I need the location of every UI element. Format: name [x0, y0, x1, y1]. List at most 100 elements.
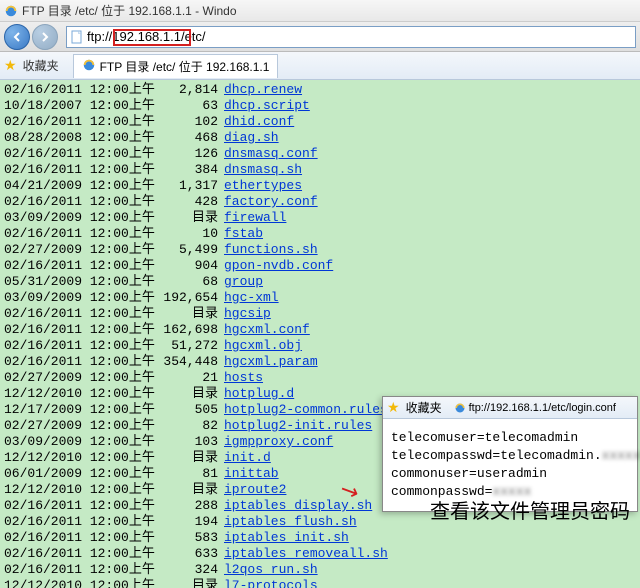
file-link[interactable]: iptables_init.sh — [224, 530, 349, 545]
nav-toolbar — [0, 22, 640, 52]
listing-row: 12/12/2010 12:00上午目录 l7-protocols — [4, 578, 636, 588]
file-size: 162,698 — [154, 322, 218, 338]
file-link[interactable]: hgcxml.param — [224, 354, 318, 369]
dir-label: 目录 — [154, 450, 218, 466]
dir-label: 目录 — [154, 210, 218, 226]
file-link[interactable]: iproute2 — [224, 482, 286, 497]
file-link[interactable]: hgcsip — [224, 306, 271, 321]
file-link[interactable]: dnsmasq.sh — [224, 162, 302, 177]
listing-row: 05/31/2009 12:00上午68group — [4, 274, 636, 290]
file-date: 02/16/2011 12:00上午 — [4, 498, 154, 514]
file-date: 06/01/2009 12:00上午 — [4, 466, 154, 482]
file-link[interactable]: hgc-xml — [224, 290, 279, 305]
file-link[interactable]: ethertypes — [224, 178, 302, 193]
file-link[interactable]: dhid.conf — [224, 114, 294, 129]
file-link[interactable]: factory.conf — [224, 194, 318, 209]
file-date: 02/27/2009 12:00上午 — [4, 242, 154, 258]
favorites-label: 收藏夹 — [23, 57, 59, 74]
file-date: 02/16/2011 12:00上午 — [4, 514, 154, 530]
url-input[interactable] — [87, 29, 635, 44]
listing-row: 02/16/2011 12:00上午10fstab — [4, 226, 636, 242]
file-date: 10/18/2007 12:00上午 — [4, 98, 154, 114]
listing-row: 02/16/2011 12:00上午126dnsmasq.conf — [4, 146, 636, 162]
file-date: 12/12/2010 12:00上午 — [4, 578, 154, 588]
file-size: 192,654 — [154, 290, 218, 306]
file-link[interactable]: hgcxml.obj — [224, 338, 302, 353]
config-line: commonuser=useradmin — [391, 465, 629, 483]
favorites-star-icon[interactable]: ★ — [4, 57, 17, 74]
file-link[interactable]: dhcp.renew — [224, 82, 302, 97]
dir-label: 目录 — [154, 306, 218, 322]
window-titlebar: FTP 目录 /etc/ 位于 192.168.1.1 - Windo — [0, 0, 640, 22]
file-link[interactable]: hgcxml.conf — [224, 322, 310, 337]
annotation-text: 查看该文件管理员密码 — [430, 495, 630, 524]
file-link[interactable]: l7-protocols — [224, 578, 318, 588]
file-date: 02/16/2011 12:00上午 — [4, 322, 154, 338]
listing-row: 02/16/2011 12:00上午51,272hgcxml.obj — [4, 338, 636, 354]
listing-row: 02/16/2011 12:00上午354,448hgcxml.param — [4, 354, 636, 370]
file-size: 194 — [154, 514, 218, 530]
file-size: 288 — [154, 498, 218, 514]
file-date: 02/27/2009 12:00上午 — [4, 418, 154, 434]
file-date: 02/16/2011 12:00上午 — [4, 258, 154, 274]
file-link[interactable]: gpon-nvdb.conf — [224, 258, 333, 273]
tab-label: FTP 目录 /etc/ 位于 192.168.1.1 — [100, 58, 270, 75]
file-date: 02/16/2011 12:00上午 — [4, 306, 154, 322]
file-date: 03/09/2009 12:00上午 — [4, 434, 154, 450]
file-date: 12/17/2009 12:00上午 — [4, 402, 154, 418]
dir-label: 目录 — [154, 386, 218, 402]
forward-button[interactable] — [32, 24, 58, 50]
file-link[interactable]: iptables_removeall.sh — [224, 546, 388, 561]
file-link[interactable]: diag.sh — [224, 130, 279, 145]
file-link[interactable]: firewall — [224, 210, 286, 225]
file-link[interactable]: inittab — [224, 466, 279, 481]
favorites-star-icon[interactable]: ★ — [387, 399, 400, 416]
file-link[interactable]: fstab — [224, 226, 263, 241]
file-date: 02/16/2011 12:00上午 — [4, 546, 154, 562]
file-size: 384 — [154, 162, 218, 178]
file-link[interactable]: functions.sh — [224, 242, 318, 257]
file-date: 02/16/2011 12:00上午 — [4, 82, 154, 98]
file-date: 02/16/2011 12:00上午 — [4, 226, 154, 242]
ie-icon — [82, 58, 96, 75]
file-size: 82 — [154, 418, 218, 434]
file-date: 02/16/2011 12:00上午 — [4, 530, 154, 546]
file-date: 02/16/2011 12:00上午 — [4, 338, 154, 354]
file-size: 5,499 — [154, 242, 218, 258]
dir-label: 目录 — [154, 578, 218, 588]
address-bar[interactable] — [66, 26, 636, 48]
file-date: 08/28/2008 12:00上午 — [4, 130, 154, 146]
file-link[interactable]: init.d — [224, 450, 271, 465]
browser-tab[interactable]: FTP 目录 /etc/ 位于 192.168.1.1 — [73, 54, 279, 78]
file-link[interactable]: hotplug2-init.rules — [224, 418, 372, 433]
file-link[interactable]: iptables_flush.sh — [224, 514, 357, 529]
file-link[interactable]: l2qos_run.sh — [224, 562, 318, 577]
file-date: 02/16/2011 12:00上午 — [4, 354, 154, 370]
listing-row: 02/16/2011 12:00上午324l2qos_run.sh — [4, 562, 636, 578]
listing-row: 08/28/2008 12:00上午468diag.sh — [4, 130, 636, 146]
file-date: 04/21/2009 12:00上午 — [4, 178, 154, 194]
file-size: 102 — [154, 114, 218, 130]
file-link[interactable]: dhcp.script — [224, 98, 310, 113]
ie-icon — [454, 402, 466, 414]
file-size: 583 — [154, 530, 218, 546]
file-date: 12/12/2010 12:00上午 — [4, 482, 154, 498]
listing-row: 02/27/2009 12:00上午5,499 functions.sh — [4, 242, 636, 258]
file-link[interactable]: hosts — [224, 370, 263, 385]
file-link[interactable]: igmpproxy.conf — [224, 434, 333, 449]
file-date: 02/16/2011 12:00上午 — [4, 194, 154, 210]
listing-row: 02/16/2011 12:00上午904gpon-nvdb.conf — [4, 258, 636, 274]
file-link[interactable]: group — [224, 274, 263, 289]
listing-row: 02/16/2011 12:00上午428factory.conf — [4, 194, 636, 210]
file-link[interactable]: dnsmasq.conf — [224, 146, 318, 161]
file-link[interactable]: hotplug.d — [224, 386, 294, 401]
file-size: 1,317 — [154, 178, 218, 194]
page-icon — [69, 29, 85, 45]
back-button[interactable] — [4, 24, 30, 50]
listing-row: 03/09/2009 12:00上午目录firewall — [4, 210, 636, 226]
file-link[interactable]: hotplug2-common.rules — [224, 402, 388, 417]
popup-tab[interactable]: ftp://192.168.1.1/etc/login.conf — [454, 402, 616, 414]
file-date: 05/31/2009 12:00上午 — [4, 274, 154, 290]
file-date: 02/27/2009 12:00上午 — [4, 370, 154, 386]
listing-row: 02/16/2011 12:00上午384dnsmasq.sh — [4, 162, 636, 178]
